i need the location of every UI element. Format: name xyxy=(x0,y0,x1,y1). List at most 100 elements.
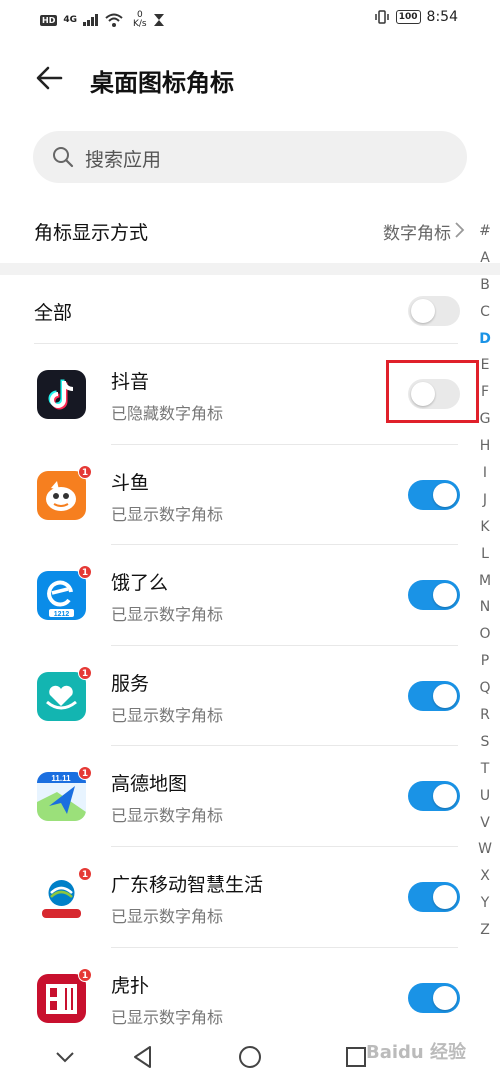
app-badge-status: 已显示数字角标 xyxy=(111,705,224,725)
index-letter[interactable]: S xyxy=(476,729,494,756)
index-letter[interactable]: O xyxy=(476,621,494,648)
index-letter[interactable]: N xyxy=(476,594,494,621)
badge-count: 1 xyxy=(78,565,92,580)
app-name: 斗鱼 xyxy=(111,471,150,494)
section-divider xyxy=(0,263,500,275)
index-letter[interactable]: H xyxy=(476,433,494,460)
search-placeholder: 搜索应用 xyxy=(85,149,162,171)
douyu-icon xyxy=(37,470,86,520)
index-letter[interactable]: C xyxy=(476,299,494,326)
service-icon xyxy=(37,671,86,721)
app-badge-toggle[interactable] xyxy=(408,882,460,912)
index-letter[interactable]: U xyxy=(476,783,494,810)
back-triangle-icon[interactable] xyxy=(130,1044,156,1070)
app-badge-toggle[interactable] xyxy=(408,982,460,1013)
clock: 8:54 xyxy=(426,9,458,25)
index-letter[interactable]: Q xyxy=(476,675,494,702)
app-badge-toggle[interactable] xyxy=(408,781,460,812)
watermark: Baidu 经验 xyxy=(365,1042,466,1063)
badge-count: 1 xyxy=(78,967,92,982)
badge-mode-label: 角标显示方式 xyxy=(34,222,149,244)
status-bar: HD 4G 0 K/s 100 8:54 xyxy=(0,0,500,40)
toggle-knob xyxy=(433,784,457,809)
app-badge-status: 已显示数字角标 xyxy=(111,907,224,926)
search-input[interactable]: 搜索应用 xyxy=(33,131,467,183)
app-name: 高德地图 xyxy=(111,773,188,796)
app-row: 1212 1 饿了么已显示数字角标 xyxy=(0,545,475,645)
page-title: 桌面图标角标 xyxy=(90,69,234,97)
app-badge-toggle[interactable] xyxy=(408,680,460,711)
badge-count: 1 xyxy=(78,766,92,781)
badge-mode-value: 数字角标 xyxy=(383,224,451,244)
index-letter[interactable]: # xyxy=(476,218,494,245)
chevron-down-icon[interactable] xyxy=(52,1044,78,1070)
index-letter[interactable]: B xyxy=(476,272,494,299)
app-badge-toggle[interactable] xyxy=(408,580,460,611)
app-row: 1 广东移动智慧生活 已显示数字角标 xyxy=(0,847,475,947)
app-badge-status: 已显示数字角标 xyxy=(111,1007,224,1027)
app-name: 服务 xyxy=(111,672,150,695)
index-letter[interactable]: F xyxy=(476,379,494,406)
badge-mode-row[interactable]: 角标显示方式 数字角标 xyxy=(0,200,475,260)
index-letter[interactable]: J xyxy=(476,487,494,514)
index-letter[interactable]: Y xyxy=(476,890,494,917)
hourglass-icon xyxy=(153,14,164,26)
battery-icon: 100 xyxy=(395,10,421,24)
app-name: 抖音 xyxy=(111,371,150,393)
vibrate-icon xyxy=(375,10,389,24)
index-letter[interactable]: W xyxy=(476,836,494,863)
app-badge-status: 已显示数字角标 xyxy=(111,605,224,625)
app-row: 1 斗鱼已显示数字角标 xyxy=(0,445,475,545)
highlight-annotation xyxy=(386,360,479,423)
header: 桌面图标角标 xyxy=(0,55,500,105)
home-circle-icon[interactable] xyxy=(237,1044,263,1070)
index-letter[interactable]: E xyxy=(476,352,494,379)
index-letter[interactable]: I xyxy=(476,460,494,487)
app-badge-toggle[interactable] xyxy=(408,479,460,510)
app-row: 11.11 1 高德地图 已显示数字角标 xyxy=(0,746,475,846)
hd-indicator: HD xyxy=(40,14,58,26)
badge-count: 1 xyxy=(78,665,92,680)
toggle-knob xyxy=(433,985,457,1010)
index-letter[interactable]: V xyxy=(476,810,494,837)
app-name: 广东移动智慧生活 xyxy=(111,874,264,896)
toggle-knob xyxy=(411,299,435,323)
index-letter[interactable]: P xyxy=(476,648,494,675)
index-letter[interactable]: T xyxy=(476,756,494,783)
index-letter[interactable]: L xyxy=(476,541,494,568)
index-letter[interactable]: X xyxy=(476,863,494,890)
index-letter[interactable]: Z xyxy=(476,917,494,944)
svg-text:1212: 1212 xyxy=(54,611,70,618)
index-letter[interactable]: M xyxy=(476,568,494,595)
toggle-knob xyxy=(433,683,457,708)
index-letter[interactable]: A xyxy=(476,245,494,272)
app-name: 虎扑 xyxy=(111,974,150,997)
signal-icon: 4G xyxy=(63,15,77,25)
app-badge-status: 已显示数字角标 xyxy=(111,504,224,524)
index-letter[interactable]: G xyxy=(476,406,494,433)
index-letter[interactable]: K xyxy=(476,514,494,541)
toggle-knob xyxy=(433,482,457,507)
all-apps-toggle[interactable] xyxy=(408,296,460,326)
index-letter[interactable]: R xyxy=(476,702,494,729)
all-apps-row: 全部 xyxy=(0,280,475,342)
china-mobile-icon xyxy=(37,873,86,922)
back-arrow-icon[interactable] xyxy=(34,63,64,93)
badge-count: 1 xyxy=(78,464,92,479)
all-apps-label: 全部 xyxy=(34,302,73,324)
net-speed-unit: K/s xyxy=(133,19,147,29)
signal-bars-icon xyxy=(83,14,98,26)
app-row: 1 服务已显示数字角标 xyxy=(0,646,475,746)
eleme-icon: 1212 xyxy=(37,571,86,621)
toggle-knob xyxy=(433,885,457,909)
app-name: 饿了么 xyxy=(111,572,169,595)
search-icon xyxy=(53,147,74,168)
badge-count: 1 xyxy=(78,867,92,881)
hupu-icon xyxy=(37,973,86,1023)
alphabet-index[interactable]: # A B C D E F G H I J K L M N O P Q R S T U V W X Y Z xyxy=(476,218,494,944)
index-letter[interactable]: D xyxy=(476,326,494,353)
app-badge-status: 已隐藏数字角标 xyxy=(111,404,224,423)
wifi-icon xyxy=(105,13,123,27)
svg-text:11.11: 11.11 xyxy=(51,774,71,783)
douyin-icon xyxy=(37,370,86,419)
